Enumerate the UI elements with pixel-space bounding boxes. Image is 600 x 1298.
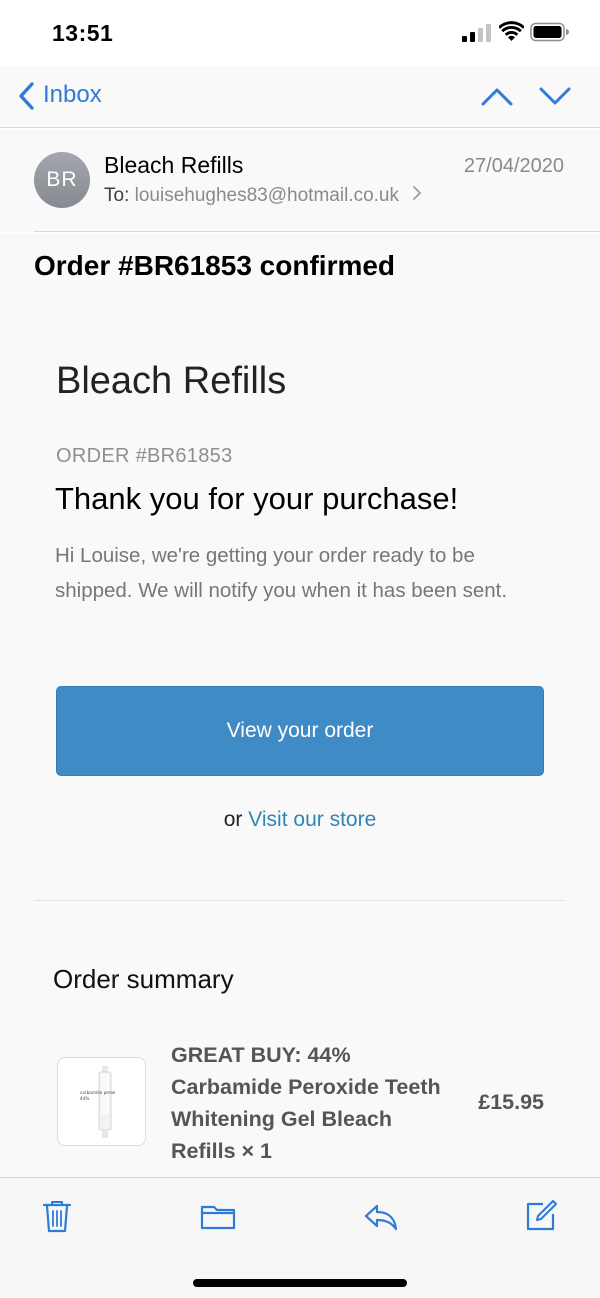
sender-avatar[interactable]: BR <box>34 152 90 208</box>
compose-icon[interactable] <box>523 1198 559 1234</box>
chevron-down-icon[interactable] <box>538 82 572 110</box>
order-number: ORDER #BR61853 <box>56 445 233 467</box>
thumb-label-1: carbamide perox <box>80 1090 116 1095</box>
syringe-product-image: carbamide perox 44% <box>80 1066 116 1138</box>
status-time: 13:51 <box>52 20 114 46</box>
alt-prefix: or <box>223 808 243 831</box>
product-price: £15.95 <box>478 1090 544 1114</box>
visit-store-line: or Visit our store <box>0 808 600 832</box>
reply-icon[interactable] <box>363 1198 399 1234</box>
recipient-address[interactable]: louisehughes83@hotmail.co.uk <box>135 185 399 206</box>
thanks-heading: Thank you for your purchase! <box>55 481 459 516</box>
visit-store-link[interactable]: Visit our store <box>248 808 376 831</box>
wifi-icon <box>499 21 524 41</box>
cellular-signal-icon <box>462 24 491 42</box>
battery-icon <box>530 22 569 42</box>
message-date: 27/04/2020 <box>463 155 564 177</box>
thumb-label-2: 44% <box>80 1096 89 1101</box>
view-order-button[interactable]: View your order <box>56 686 544 776</box>
chevron-right-icon[interactable] <box>412 185 422 201</box>
order-summary-title: Order summary <box>53 964 234 994</box>
message-body: Order #BR61853 confirmed Bleach Refills … <box>0 233 600 1177</box>
store-name: Bleach Refills <box>56 360 287 402</box>
intro-text: Hi Louise, we're getting your order read… <box>55 544 508 602</box>
section-divider <box>34 900 565 901</box>
bottom-toolbar <box>0 1177 600 1298</box>
trash-icon[interactable] <box>39 1198 75 1234</box>
message-subject: Order #BR61853 confirmed <box>34 250 396 281</box>
product-thumbnail: carbamide perox 44% <box>57 1057 146 1146</box>
status-bar: 13:51 <box>0 0 600 66</box>
chevron-up-icon[interactable] <box>480 82 514 110</box>
home-indicator[interactable] <box>193 1279 407 1287</box>
nav-bar: Inbox <box>0 66 600 128</box>
message-header: BR Bleach Refills 27/04/2020 To: louiseh… <box>0 129 600 232</box>
header-divider <box>34 231 600 232</box>
back-to-inbox-link[interactable]: Inbox <box>43 81 102 109</box>
sender-name[interactable]: Bleach Refills <box>104 152 243 179</box>
chevron-left-icon[interactable] <box>16 80 38 112</box>
folder-icon[interactable] <box>200 1198 236 1234</box>
recipient-line[interactable]: To: louisehughes83@hotmail.co.uk <box>104 185 422 207</box>
to-label: To: <box>104 185 130 206</box>
product-name: GREAT BUY: 44% Carbamide Peroxide Teeth … <box>171 1043 441 1163</box>
